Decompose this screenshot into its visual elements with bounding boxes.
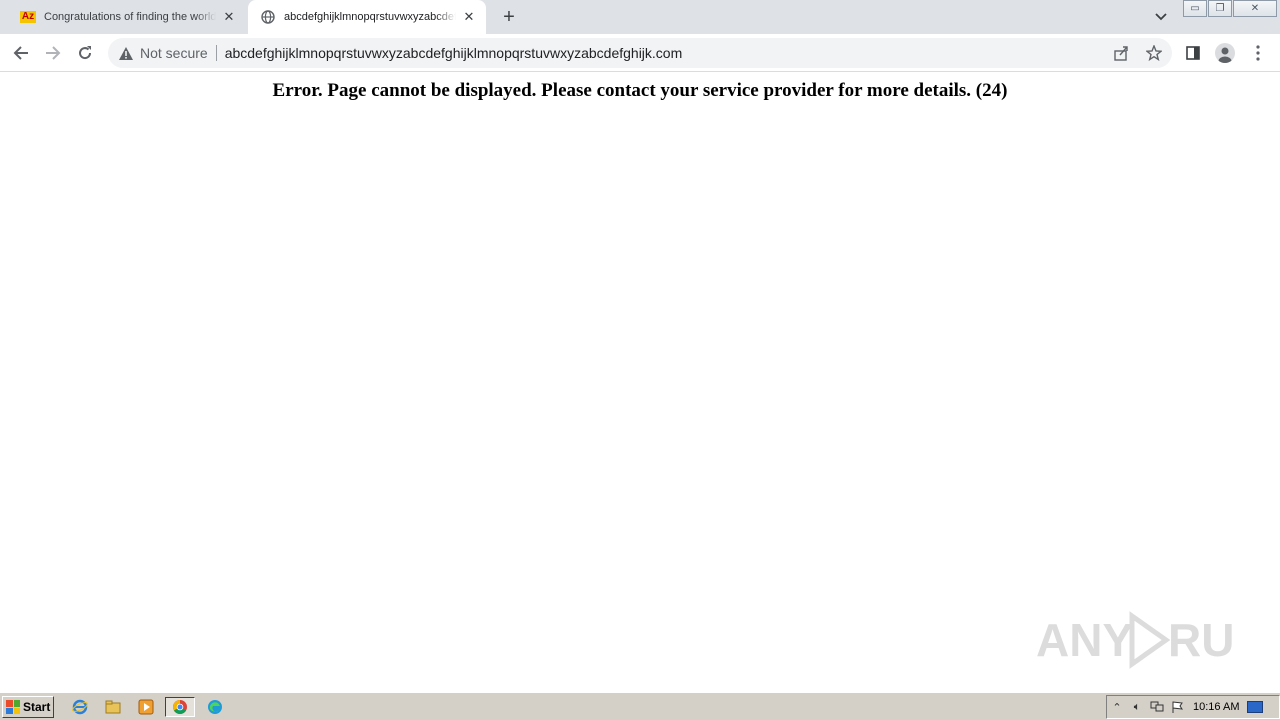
- network-icon[interactable]: [1147, 698, 1167, 716]
- profile-button[interactable]: [1212, 40, 1238, 66]
- tab-search-button[interactable]: [1150, 6, 1172, 28]
- tab-current[interactable]: abcdefghijklmnopqrstuvwxyzabcdefghijk ✕: [248, 0, 486, 34]
- tab-congratulations[interactable]: Az Congratulations of finding the world'…: [8, 0, 246, 34]
- edge-icon[interactable]: [204, 697, 226, 717]
- svg-text:ANY: ANY: [1036, 614, 1133, 666]
- close-tab-icon[interactable]: ✕: [460, 8, 478, 26]
- new-tab-button[interactable]: +: [498, 6, 520, 28]
- globe-icon: [260, 9, 276, 25]
- kebab-menu-icon: [1256, 45, 1260, 61]
- anyrun-watermark-logo: ANY RUN: [1036, 608, 1236, 672]
- restore-button[interactable]: ❐: [1208, 0, 1232, 17]
- menu-button[interactable]: [1245, 40, 1271, 66]
- back-button[interactable]: [8, 40, 34, 66]
- share-icon[interactable]: [1112, 44, 1130, 62]
- arrow-left-icon: [13, 46, 28, 60]
- start-button[interactable]: Start: [2, 696, 54, 718]
- reload-button[interactable]: [72, 40, 98, 66]
- close-tab-icon[interactable]: ✕: [220, 8, 238, 26]
- clock[interactable]: 10:16 AM: [1193, 701, 1239, 713]
- browser-toolbar: Not secure abcdefghijklmnopqrstuvwxyzabc…: [0, 34, 1280, 72]
- system-tray: ⌃ 🔈︎ 10:16 AM: [1106, 695, 1280, 719]
- file-explorer-icon[interactable]: [102, 697, 124, 717]
- minimize-button[interactable]: ▭: [1183, 0, 1207, 17]
- chrome-icon[interactable]: [165, 697, 195, 717]
- media-player-icon[interactable]: [135, 697, 157, 717]
- error-message: Error. Page cannot be displayed. Please …: [272, 80, 1008, 101]
- chevron-down-icon: [1155, 13, 1167, 21]
- start-label: Start: [23, 700, 51, 714]
- az-icon: Az: [20, 11, 36, 23]
- close-window-button[interactable]: ✕: [1233, 0, 1277, 17]
- page-content: Error. Page cannot be displayed. Please …: [0, 72, 1280, 692]
- avatar-icon: [1215, 43, 1235, 63]
- bookmark-star-icon[interactable]: [1145, 44, 1163, 62]
- arrow-right-icon: [46, 46, 61, 60]
- window-controls: ▭ ❐ ✕: [1182, 0, 1277, 18]
- url-text[interactable]: abcdefghijklmnopqrstuvwxyzabcdefghijklmn…: [225, 45, 683, 61]
- tab-strip: Az Congratulations of finding the world'…: [0, 0, 1280, 34]
- address-bar[interactable]: Not secure abcdefghijklmnopqrstuvwxyzabc…: [108, 38, 1172, 68]
- side-panel-button[interactable]: [1180, 40, 1206, 66]
- divider: [215, 45, 217, 61]
- security-label[interactable]: Not secure: [140, 45, 208, 61]
- warning-icon[interactable]: [118, 45, 134, 61]
- show-desktop-icon[interactable]: [1247, 701, 1264, 713]
- tab-title: abcdefghijklmnopqrstuvwxyzabcdefghijk: [284, 11, 456, 23]
- side-panel-icon: [1186, 46, 1200, 60]
- internet-explorer-icon[interactable]: [69, 697, 91, 717]
- show-hidden-icons-icon[interactable]: ⌃: [1107, 698, 1127, 716]
- action-center-flag-icon[interactable]: [1167, 698, 1187, 716]
- forward-button[interactable]: [40, 40, 66, 66]
- windows-logo-icon: [6, 700, 20, 714]
- svg-text:RUN: RUN: [1168, 614, 1236, 666]
- reload-icon: [79, 46, 92, 60]
- volume-icon[interactable]: 🔈︎: [1127, 698, 1147, 716]
- tab-title: Congratulations of finding the world's: [44, 11, 216, 23]
- taskbar: Start ⌃ 🔈︎ 10:16 AM: [0, 692, 1280, 720]
